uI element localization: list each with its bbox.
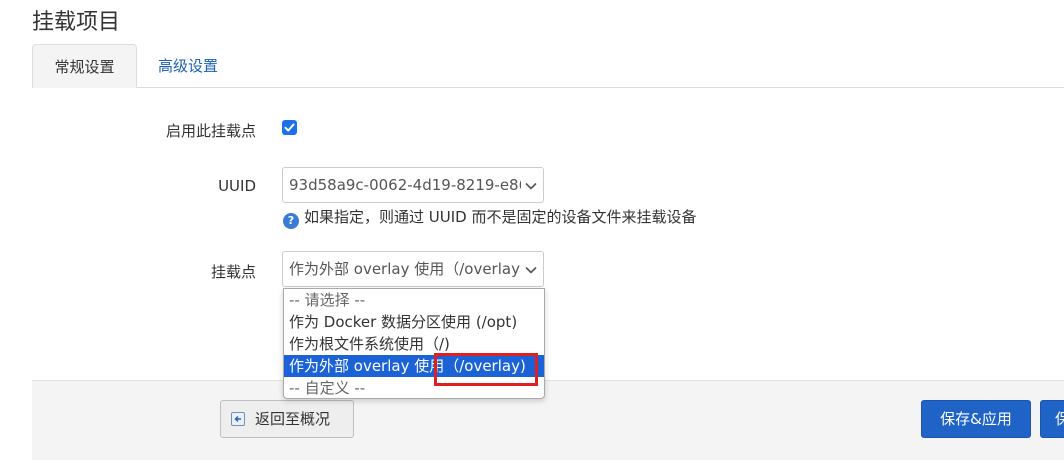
dropdown-option-placeholder[interactable]: -- 请选择 -- bbox=[284, 289, 544, 311]
mountpoint-label: 挂载点 bbox=[210, 263, 256, 281]
uuid-hint: ? 如果指定，则通过 UUID 而不是固定的设备文件来挂载设备 bbox=[283, 206, 696, 229]
dropdown-option-docker[interactable]: 作为 Docker 数据分区使用 (/opt) bbox=[284, 311, 544, 333]
save-button-partial[interactable]: 保 bbox=[1040, 400, 1064, 438]
enable-mount-checkbox[interactable] bbox=[282, 120, 297, 135]
dropdown-option-rootfs[interactable]: 作为根文件系统使用（/) bbox=[284, 333, 544, 355]
uuid-select-value: 93d58a9c-0062-4d19-8219-e868 bbox=[289, 176, 521, 194]
action-footer bbox=[32, 380, 1064, 460]
uuid-select[interactable]: 93d58a9c-0062-4d19-8219-e868 bbox=[282, 167, 544, 203]
tab-bar: 常规设置 高级设置 bbox=[32, 44, 1064, 88]
check-icon bbox=[284, 123, 295, 132]
mountpoint-select-value: 作为外部 overlay 使用（/overlay bbox=[289, 260, 520, 278]
back-button-label: 返回至概况 bbox=[255, 410, 331, 428]
info-icon: ? bbox=[283, 213, 299, 229]
annotation-highlight-box bbox=[434, 353, 538, 386]
chevron-down-icon bbox=[525, 252, 537, 286]
tab-advanced-settings[interactable]: 高级设置 bbox=[138, 44, 238, 88]
back-arrow-icon bbox=[231, 412, 245, 426]
chevron-down-icon bbox=[525, 168, 537, 202]
mountpoint-select[interactable]: 作为外部 overlay 使用（/overlay bbox=[282, 251, 544, 287]
uuid-hint-text: 如果指定，则通过 UUID 而不是固定的设备文件来挂载设备 bbox=[304, 208, 697, 226]
save-apply-button[interactable]: 保存&应用 bbox=[921, 400, 1031, 438]
page-title: 挂载项目 bbox=[32, 10, 121, 35]
uuid-label: UUID bbox=[218, 177, 256, 195]
tab-general-settings[interactable]: 常规设置 bbox=[32, 44, 137, 88]
back-to-overview-button[interactable]: 返回至概况 bbox=[220, 400, 354, 438]
enable-mount-label: 启用此挂载点 bbox=[165, 122, 256, 140]
